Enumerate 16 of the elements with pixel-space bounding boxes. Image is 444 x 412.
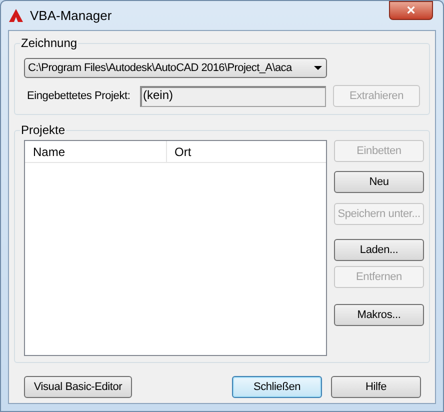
window-title: VBA-Manager [30, 6, 112, 25]
embedded-project-field: (kein) [140, 86, 326, 106]
dialog-button[interactable]: Laden... [334, 239, 424, 261]
group-title: Zeichnung [20, 36, 78, 50]
column-header[interactable]: Name [25, 141, 167, 162]
caret-icon [314, 66, 322, 70]
dialog-button[interactable]: Neu [334, 171, 424, 193]
dialog-button[interactable]: Schließen [232, 376, 322, 398]
app-logo-icon [9, 9, 23, 22]
group-title: Projekte [20, 123, 66, 137]
dialog-button[interactable]: Makros... [334, 304, 424, 326]
dialog-button[interactable]: Visual Basic-Editor [24, 376, 132, 398]
dialog-button[interactable]: Hilfe [331, 376, 421, 398]
drawing-dropdown[interactable]: C:\Program Files\Autodesk\AutoCAD 2016\Project_A\aca [24, 58, 327, 78]
field-label: Eingebettetes Projekt: [27, 88, 132, 104]
column-header[interactable]: Ort [166, 141, 326, 162]
